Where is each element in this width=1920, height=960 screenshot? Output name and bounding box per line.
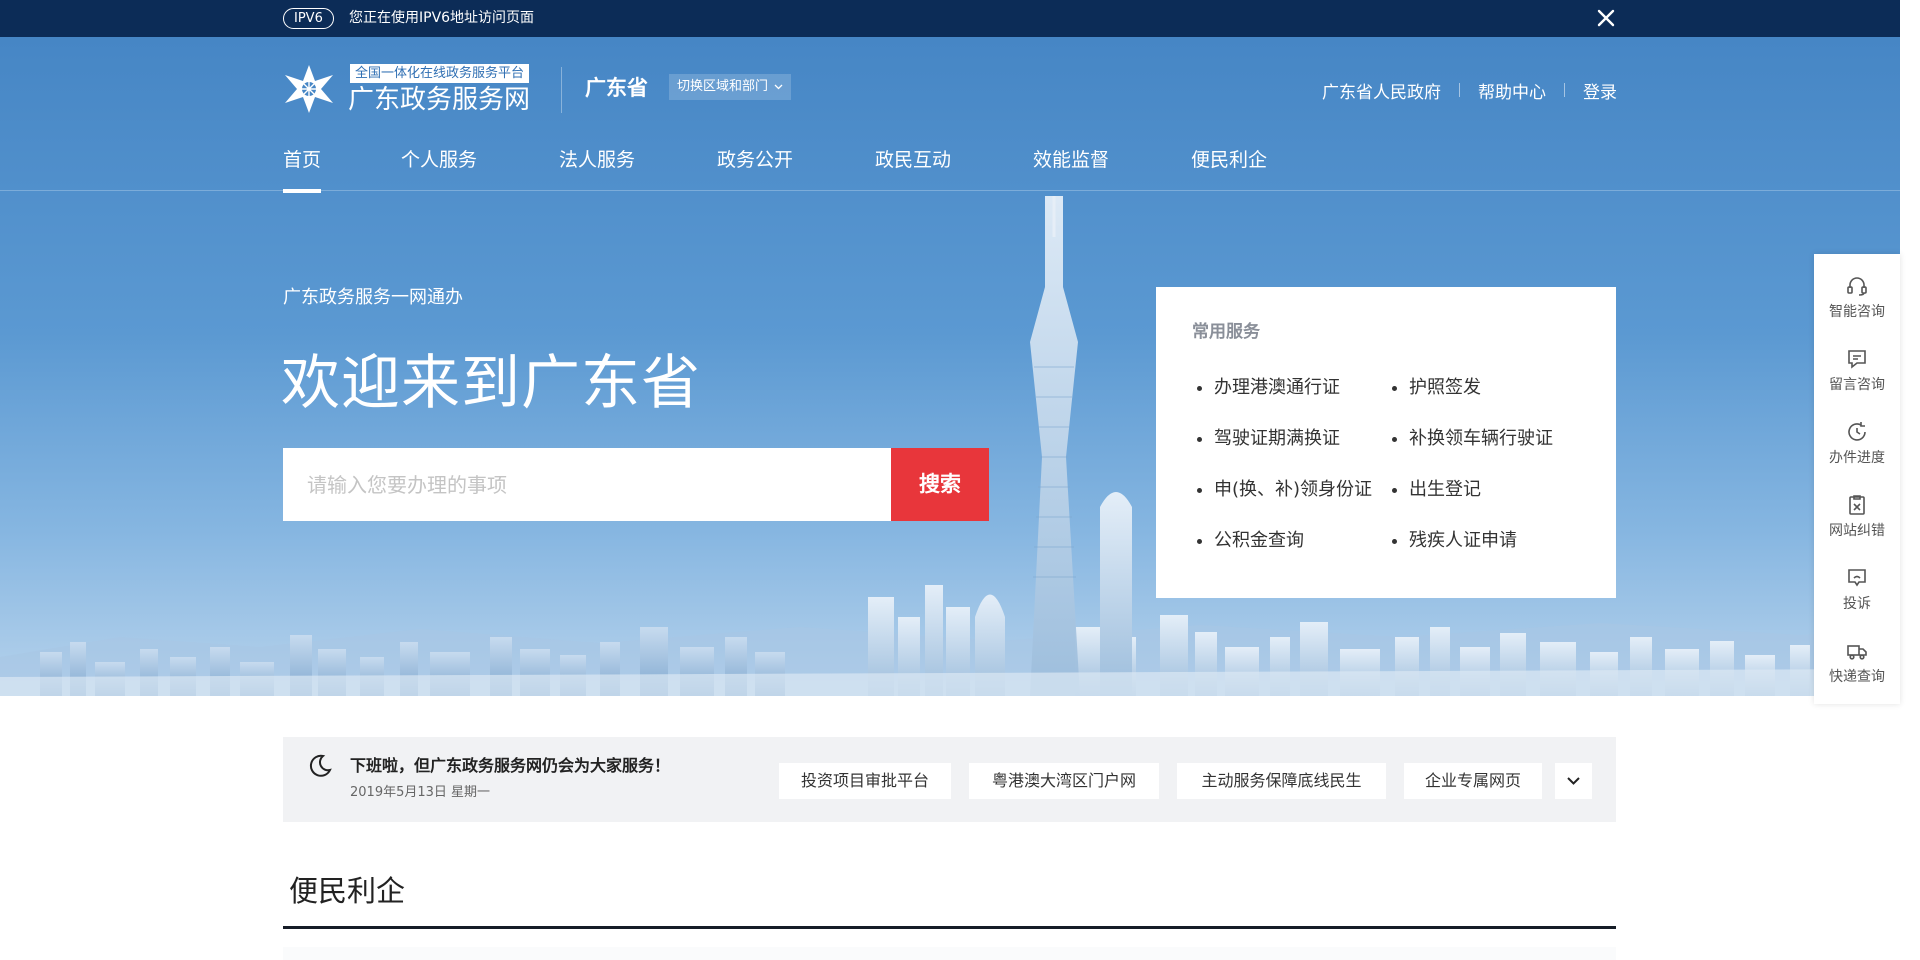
- service-link[interactable]: 出生登记: [1392, 477, 1481, 503]
- ipv6-notice-bar: IPV6 您正在使用IPV6地址访问页面: [0, 0, 1900, 37]
- delivery-truck-icon: [1847, 645, 1867, 660]
- nav-interaction[interactable]: 政民互动: [875, 145, 951, 175]
- ipv6-message: 您正在使用IPV6地址访问页面: [349, 10, 535, 26]
- quick-link-investment[interactable]: 投资项目审批平台: [779, 763, 951, 799]
- hero-subtitle: 广东政务服务一网通办: [283, 287, 463, 308]
- service-link[interactable]: 办理港澳通行证: [1197, 375, 1340, 401]
- region-switch-dropdown[interactable]: 切换区域和部门: [669, 74, 792, 100]
- message-icon: [1848, 350, 1866, 369]
- side-item-label: 办件进度: [1829, 450, 1885, 466]
- region-switch-label: 切换区域和部门: [677, 79, 769, 94]
- side-item-error-report[interactable]: 网站纠错: [1814, 493, 1900, 555]
- common-services-card: 常用服务 办理港澳通行证 护照签发 驾驶证期满换证 补换领车辆行驶证 申(换、补…: [1156, 287, 1616, 598]
- side-item-label: 网站纠错: [1829, 523, 1885, 539]
- service-link[interactable]: 申(换、补)领身份证: [1197, 477, 1377, 503]
- side-item-delivery[interactable]: 快递查询: [1814, 639, 1900, 701]
- side-item-label: 智能咨询: [1829, 304, 1885, 320]
- side-item-complaint[interactable]: 投诉: [1814, 566, 1900, 628]
- service-link[interactable]: 补换领车辆行驶证: [1392, 426, 1553, 452]
- hero-title: 欢迎来到广东省: [281, 348, 702, 417]
- ipv6-badge: IPV6: [283, 8, 334, 29]
- nav-convenience[interactable]: 便民利企: [1191, 145, 1267, 175]
- login-link[interactable]: 登录: [1583, 78, 1617, 103]
- section-divider: [283, 926, 1616, 929]
- more-links-toggle[interactable]: [1555, 763, 1592, 799]
- common-services-title: 常用服务: [1192, 322, 1260, 342]
- chevron-down-icon: [1567, 777, 1580, 785]
- nav-personal-services[interactable]: 个人服务: [401, 145, 477, 175]
- header-links: 广东省人民政府 帮助中心 登录: [1322, 78, 1617, 103]
- side-item-message[interactable]: 留言咨询: [1814, 347, 1900, 409]
- service-notice-row: 下班啦，但广东政务服务网仍会为大家服务！ 2019年5月13日 星期一 投资项目…: [283, 737, 1616, 822]
- service-link[interactable]: 残疾人证申请: [1392, 528, 1517, 554]
- link-separator: [1459, 83, 1460, 97]
- side-item-label: 投诉: [1843, 596, 1871, 612]
- nav-home[interactable]: 首页: [283, 145, 322, 193]
- nav-supervision[interactable]: 效能监督: [1033, 145, 1109, 175]
- side-toolbar: 智能咨询 留言咨询 办件进度 网站纠错 投诉 快递查询: [1814, 254, 1900, 704]
- service-link[interactable]: 公积金查询: [1197, 528, 1304, 554]
- service-link[interactable]: 驾驶证期满换证: [1197, 426, 1340, 452]
- nav-government-affairs[interactable]: 政务公开: [717, 145, 793, 175]
- close-icon[interactable]: [1594, 6, 1618, 30]
- section-content: [283, 947, 1616, 960]
- service-link[interactable]: 护照签发: [1392, 375, 1481, 401]
- service-hours-message: 下班啦，但广东政务服务网仍会为大家服务！: [350, 756, 671, 775]
- search-input[interactable]: [283, 448, 891, 521]
- moon-icon: [309, 754, 332, 777]
- complaint-icon: [1848, 569, 1866, 587]
- quick-link-greater-bay[interactable]: 粤港澳大湾区门户网: [969, 763, 1159, 799]
- guangdong-gov-logo-icon[interactable]: [281, 61, 337, 117]
- help-center-link[interactable]: 帮助中心: [1478, 78, 1546, 103]
- hero-banner: 全国一体化在线政务服务平台 广东政务服务网 广东省 切换区域和部门 广东省人民政…: [0, 37, 1900, 696]
- headset-icon: [1847, 277, 1867, 296]
- quick-link-enterprise[interactable]: 企业专属网页: [1404, 763, 1542, 799]
- header-divider: [561, 67, 562, 113]
- current-date: 2019年5月13日 星期一: [350, 785, 491, 800]
- site-name[interactable]: 广东政务服务网: [348, 83, 530, 117]
- side-item-smart-consult[interactable]: 智能咨询: [1814, 274, 1900, 336]
- side-item-progress[interactable]: 办件进度: [1814, 420, 1900, 482]
- current-region: 广东省: [585, 76, 648, 100]
- gov-link[interactable]: 广东省人民政府: [1322, 78, 1441, 103]
- side-item-label: 留言咨询: [1829, 377, 1885, 393]
- search-button[interactable]: 搜索: [891, 448, 989, 521]
- quick-link-livelihood[interactable]: 主动服务保障底线民生: [1177, 763, 1386, 799]
- link-separator: [1564, 83, 1565, 97]
- progress-icon: [1848, 422, 1866, 441]
- chevron-down-icon: [774, 84, 783, 90]
- section-title: 便民利企: [289, 874, 406, 908]
- platform-tagline: 全国一体化在线政务服务平台: [350, 64, 530, 83]
- side-item-label: 快递查询: [1829, 669, 1885, 685]
- nav-corporate-services[interactable]: 法人服务: [559, 145, 635, 175]
- nav-divider: [0, 190, 1900, 191]
- error-report-icon: [1849, 495, 1865, 515]
